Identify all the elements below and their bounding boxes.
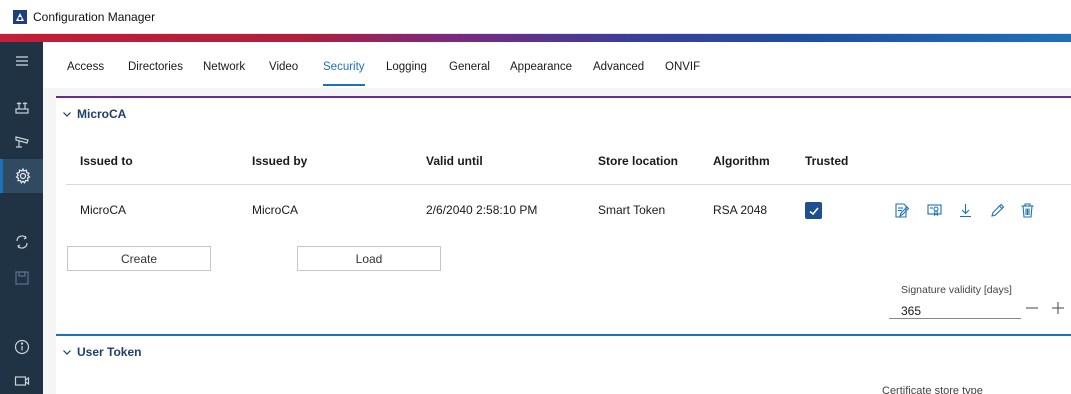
- gear-icon: [15, 167, 31, 184]
- microca-panel: MicroCA Issued to Issued by Valid until …: [56, 96, 1071, 333]
- checkmark-icon: [808, 206, 819, 215]
- load-button[interactable]: Load: [297, 246, 441, 271]
- table-header-divider: [66, 184, 1071, 185]
- sidebar-item-cameras[interactable]: [0, 125, 43, 159]
- tab-bar: Access Directories Network Video Securit…: [43, 42, 1071, 88]
- minus-icon: [1026, 307, 1038, 309]
- window-title: Configuration Manager: [33, 10, 156, 24]
- menu-button[interactable]: [0, 44, 43, 78]
- cell-issued-by: MicroCA: [252, 203, 299, 217]
- sidebar-item-devices[interactable]: [0, 91, 43, 125]
- column-header-issued-by: Issued by: [252, 154, 308, 168]
- pencil-icon: [990, 203, 1004, 217]
- trash-icon: [1021, 202, 1033, 218]
- active-tab-indicator: [323, 84, 365, 86]
- certificate-store-type-label: Certificate store type: [882, 385, 983, 394]
- sidebar-item-settings[interactable]: [0, 159, 43, 193]
- title-bar: Configuration Manager: [0, 0, 1071, 34]
- tab-access[interactable]: Access: [67, 61, 104, 73]
- tab-advanced[interactable]: Advanced: [593, 61, 644, 73]
- user-token-panel: User Token Certificate store type: [56, 334, 1071, 394]
- tab-video[interactable]: Video: [269, 61, 298, 73]
- signature-validity-label: Signature validity [days]: [901, 284, 1012, 296]
- view-certificate-button[interactable]: [924, 200, 944, 220]
- plus-icon: [1052, 302, 1064, 314]
- edit-certificate-button[interactable]: [891, 200, 911, 220]
- content-area: MicroCA Issued to Issued by Valid until …: [43, 88, 1071, 394]
- cell-store-location: Smart Token: [598, 203, 666, 217]
- tab-security[interactable]: Security: [323, 61, 365, 73]
- tab-logging[interactable]: Logging: [386, 61, 427, 73]
- user-token-title: User Token: [77, 345, 142, 359]
- info-icon: [14, 339, 29, 355]
- save-icon: [14, 271, 29, 285]
- column-header-valid-until: Valid until: [426, 154, 483, 168]
- download-icon: [959, 203, 971, 217]
- column-header-trusted: Trusted: [805, 154, 849, 168]
- tab-network[interactable]: Network: [203, 61, 245, 73]
- camera-icon: [14, 136, 29, 148]
- chevron-down-icon: [63, 112, 71, 117]
- delete-certificate-button[interactable]: [1017, 200, 1037, 220]
- network-devices-icon: [14, 102, 29, 114]
- tab-appearance[interactable]: Appearance: [510, 61, 572, 73]
- create-button[interactable]: Create: [67, 246, 211, 271]
- sidebar-item-monitor[interactable]: [0, 364, 43, 394]
- column-header-issued-to: Issued to: [80, 154, 133, 168]
- microca-header[interactable]: MicroCA: [62, 107, 126, 121]
- sidebar-item-save[interactable]: [0, 261, 43, 295]
- sidebar: [0, 42, 43, 394]
- cell-valid-until: 2/6/2040 2:58:10 PM: [426, 203, 538, 217]
- user-token-header[interactable]: User Token: [62, 345, 141, 359]
- cell-issued-to: MicroCA: [80, 203, 127, 217]
- download-certificate-button[interactable]: [955, 200, 975, 220]
- tab-directories[interactable]: Directories: [128, 61, 183, 73]
- column-header-store-location: Store location: [598, 154, 679, 168]
- edit-certificate-icon: [894, 202, 909, 218]
- sidebar-item-sync[interactable]: [0, 225, 43, 259]
- decrement-button[interactable]: [1022, 298, 1042, 318]
- microca-title: MicroCA: [77, 107, 127, 121]
- monitor-icon: [14, 376, 29, 386]
- sync-icon: [15, 235, 28, 249]
- config-manager-logo: [13, 10, 27, 24]
- cell-algorithm: RSA 2048: [713, 203, 768, 217]
- trusted-checkbox[interactable]: [805, 202, 822, 219]
- chevron-down-icon: [63, 350, 71, 355]
- column-header-algorithm: Algorithm: [713, 154, 770, 168]
- view-certificate-icon: [926, 203, 942, 216]
- increment-button[interactable]: [1048, 298, 1068, 318]
- brand-strip: [0, 34, 1071, 42]
- tab-general[interactable]: General: [449, 61, 490, 73]
- sidebar-item-info[interactable]: [0, 330, 43, 364]
- signature-validity-field[interactable]: 365: [889, 298, 1021, 319]
- rename-button[interactable]: [987, 200, 1007, 220]
- menu-icon: [15, 56, 28, 66]
- tab-onvif[interactable]: ONVIF: [665, 61, 700, 73]
